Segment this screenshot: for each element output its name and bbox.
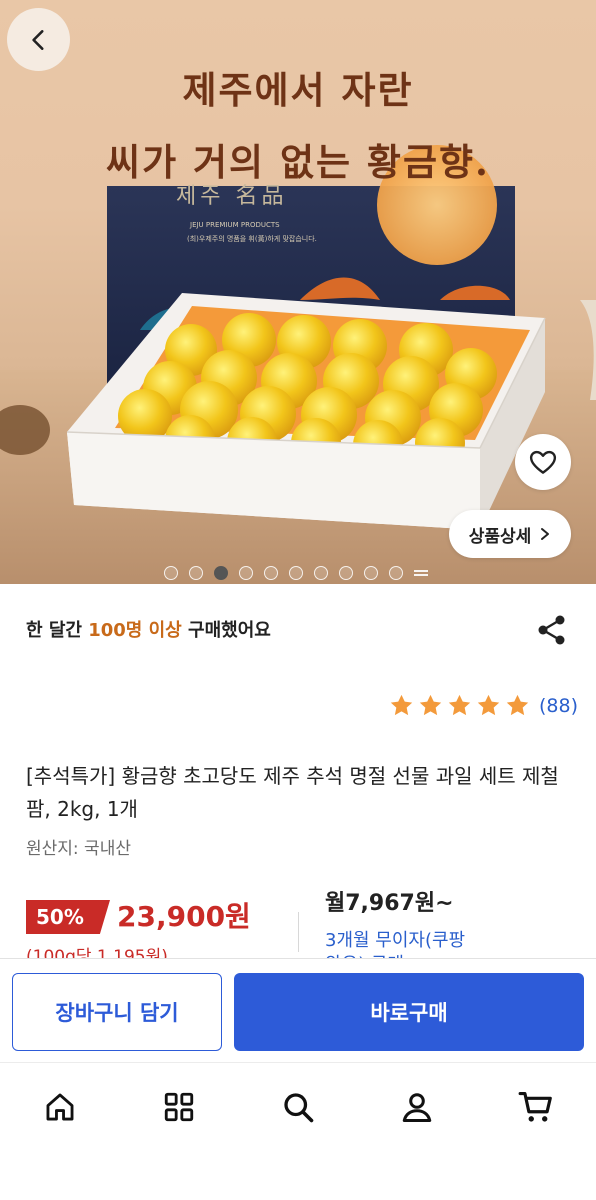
monthly-purchase-summary: 한 달간 100명 이상 구매했어요 — [26, 620, 271, 641]
star-icon — [390, 694, 413, 716]
home-icon — [46, 1093, 74, 1121]
product-detail-button[interactable]: 상품상세 — [449, 510, 571, 558]
nav-cart[interactable] — [516, 1087, 556, 1127]
carousel-indicator — [164, 566, 428, 580]
gift-box-caption: (최)우제주의 명품을 휘(黃)하게 맞잡습니다. — [187, 235, 317, 243]
review-count-link[interactable]: (88) — [539, 695, 578, 717]
carousel-dot[interactable] — [389, 566, 403, 580]
nav-my-account[interactable] — [397, 1087, 437, 1127]
price-divider — [298, 912, 299, 952]
wishlist-button[interactable] — [515, 434, 571, 490]
star-icon — [506, 694, 529, 716]
search-icon — [284, 1093, 314, 1123]
nav-category[interactable] — [159, 1087, 199, 1127]
share-icon — [538, 615, 565, 645]
heart-icon — [529, 450, 557, 474]
purchase-count-highlight: 100명 이상 — [88, 620, 182, 641]
carousel-dot[interactable] — [364, 566, 378, 580]
chevron-left-icon — [31, 29, 44, 50]
carousel-dot[interactable] — [289, 566, 303, 580]
add-to-cart-button[interactable]: 장바구니 담기 — [12, 973, 222, 1051]
gift-box-title: 제주 名品 — [176, 184, 288, 209]
carousel-dot[interactable] — [264, 566, 278, 580]
carousel-dot[interactable] — [189, 566, 203, 580]
hero-headline-line1: 제주에서 자란 — [182, 68, 414, 112]
carousel-dot-active[interactable] — [214, 566, 228, 580]
hero-headline-line2: 씨가 거의 없는 황금향. — [106, 140, 490, 184]
discount-badge: 50% — [26, 900, 110, 934]
carousel-dot[interactable] — [314, 566, 328, 580]
cart-icon — [518, 1091, 552, 1122]
buy-now-button[interactable]: 바로구매 — [234, 973, 584, 1051]
nav-search[interactable] — [278, 1087, 318, 1127]
chevron-right-icon — [541, 528, 550, 540]
nav-home[interactable] — [40, 1087, 80, 1127]
category-grid-icon — [164, 1092, 194, 1122]
product-image-carousel[interactable]: 제주에서 자란 씨가 거의 없는 황금향. 제주 名品 JEJU PREMIUM… — [0, 0, 596, 584]
bottom-navigation — [0, 1062, 596, 1200]
carousel-dot[interactable] — [239, 566, 253, 580]
star-icon — [419, 694, 442, 716]
carousel-more-icon[interactable] — [414, 566, 428, 580]
gift-box-subtitle: JEJU PREMIUM PRODUCTS — [190, 221, 280, 229]
profile-icon — [402, 1093, 432, 1122]
sale-price: 23,900원 — [117, 900, 251, 933]
carousel-dot[interactable] — [339, 566, 353, 580]
product-origin: 원산지: 국내산 — [26, 839, 131, 859]
rating-summary[interactable]: (88) — [388, 692, 578, 719]
star-icon — [448, 694, 471, 716]
carousel-dot[interactable] — [164, 566, 178, 580]
product-title: [추석특가] 황금향 초고당도 제주 추석 명절 선물 과일 세트 제철팜, 2… — [26, 764, 559, 821]
monthly-installment-price: 월7,967원~ — [325, 891, 454, 916]
installment-info[interactable]: 3개월 무이자(쿠팡 — [325, 926, 465, 952]
share-button[interactable] — [534, 612, 570, 648]
back-button[interactable] — [7, 8, 70, 71]
star-icon — [477, 694, 500, 716]
purchase-action-bar: 장바구니 담기 바로구매 — [0, 958, 596, 1062]
product-detail-label: 상품상세 — [468, 526, 532, 547]
